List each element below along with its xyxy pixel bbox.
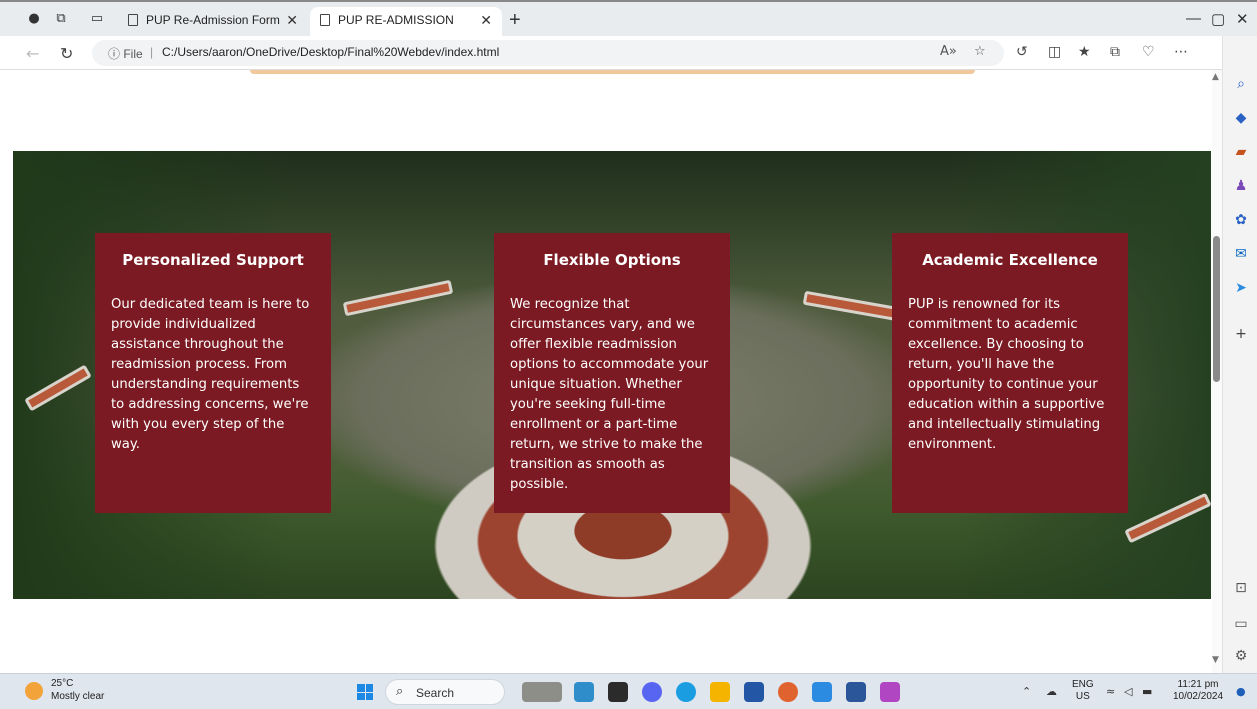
weather-temp: 25°C — [51, 678, 74, 689]
card-title: Flexible Options — [543, 251, 681, 269]
edge-browser-icon[interactable] — [676, 682, 696, 702]
page-viewport: Personalized Support Our dedicated team … — [0, 70, 1212, 673]
microsoft-365-icon[interactable]: ✿ — [1233, 212, 1249, 228]
search-label: Search — [416, 686, 455, 700]
weather-condition: Mostly clear — [51, 691, 105, 702]
settings-gear-icon[interactable]: ⚙ — [1233, 648, 1249, 664]
screenshot-icon[interactable]: ⊡ — [1233, 580, 1249, 596]
search-icon: ⌕ — [396, 684, 404, 699]
card-body: PUP is renowned for its commitment to ac… — [908, 297, 1105, 452]
cloud-icon[interactable]: ☁ — [1046, 685, 1057, 698]
extensions-icon[interactable]: ↺ — [1016, 44, 1028, 60]
windows-taskbar: 25°C Mostly clear ⌕ Search ⌃ ☁ ENG US ≈ … — [0, 673, 1257, 709]
clock-date: 10/02/2024 — [1172, 691, 1224, 702]
card-personalized-support: Personalized Support Our dedicated team … — [95, 233, 331, 513]
page-icon — [320, 14, 330, 26]
card-title: Academic Excellence — [922, 251, 1098, 269]
card-title: Personalized Support — [122, 251, 304, 269]
close-tab-icon[interactable]: ✕ — [286, 7, 298, 34]
favorites-icon[interactable]: ★ — [1078, 44, 1091, 60]
tab-title: PUP Re-Admission Form — [146, 13, 280, 27]
workspaces-icon[interactable]: ⧉ — [53, 11, 69, 27]
add-sidebar-app-icon[interactable]: + — [1233, 326, 1249, 342]
garden-bed — [342, 279, 454, 317]
campus-hero-image: Personalized Support Our dedicated team … — [13, 151, 1211, 599]
shopping-tag-icon[interactable]: ◆ — [1233, 110, 1249, 126]
card-flexible-options: Flexible Options We recognize that circu… — [494, 233, 730, 513]
battery-icon[interactable]: ▬ — [1142, 685, 1152, 698]
vscode-icon[interactable] — [812, 682, 832, 702]
scroll-up-arrow-icon[interactable]: ▲ — [1212, 72, 1219, 82]
address-separator: | — [150, 45, 154, 59]
wifi-icon[interactable]: ≈ — [1106, 685, 1115, 698]
back-icon[interactable]: ← — [26, 44, 39, 63]
word-icon[interactable] — [846, 682, 866, 702]
close-window-button[interactable]: ✕ — [1236, 10, 1249, 28]
tab-title: PUP RE-ADMISSION — [338, 13, 454, 27]
weather-widget[interactable]: 25°C Mostly clear — [51, 677, 104, 703]
profile-icon[interactable]: ● — [26, 11, 42, 27]
language-indicator[interactable]: ENG US — [1072, 679, 1094, 703]
weather-moon-icon[interactable] — [25, 682, 43, 700]
snipping-tool-icon[interactable] — [880, 682, 900, 702]
browser-tab-strip: ● ⧉ ▭ PUP Re-Admission Form ✕ PUP RE-ADM… — [0, 0, 1257, 38]
favorite-star-icon[interactable]: ☆ — [974, 44, 986, 59]
url-text[interactable]: C:/Users/aaron/OneDrive/Desktop/Final%20… — [162, 45, 499, 59]
language-code: ENG — [1072, 679, 1094, 690]
page-icon — [128, 14, 138, 26]
split-screen-icon[interactable]: ◫ — [1048, 44, 1061, 60]
notification-bell-icon[interactable]: ● — [1236, 685, 1246, 698]
system-clock[interactable]: 11:21 pm 10/02/2024 — [1168, 679, 1228, 703]
minimize-button[interactable]: — — [1186, 10, 1201, 27]
start-windows-icon[interactable] — [357, 684, 373, 700]
restore-button[interactable]: ▢ — [1211, 10, 1225, 28]
collections-icon[interactable]: ⧉ — [1110, 44, 1120, 60]
file-explorer-icon[interactable] — [710, 682, 730, 702]
scrollbar-thumb[interactable] — [1213, 236, 1220, 382]
tab-readmission-form[interactable]: PUP Re-Admission Form ✕ — [118, 7, 308, 38]
send-icon[interactable]: ➤ — [1233, 280, 1249, 296]
close-tab-icon[interactable]: ✕ — [480, 7, 492, 34]
tools-briefcase-icon[interactable]: ▰ — [1233, 144, 1249, 160]
volume-icon[interactable]: ◁ — [1124, 685, 1132, 698]
file-explorer-dark-icon[interactable] — [608, 682, 628, 702]
chrome-icon[interactable] — [778, 682, 798, 702]
card-body: Our dedicated team is here to provide in… — [111, 297, 310, 452]
tab-actions-icon[interactable]: ▭ — [89, 11, 105, 27]
browser-toolbar: ← ↻ ⓘ File | C:/Users/aaron/OneDrive/Des… — [0, 36, 1257, 70]
read-aloud-icon[interactable]: A» — [940, 44, 957, 59]
scroll-down-arrow-icon[interactable]: ▼ — [1212, 655, 1219, 665]
new-tab-button[interactable]: + — [509, 9, 521, 32]
site-info-label[interactable]: ⓘ File — [108, 45, 143, 62]
clock-time: 11:21 pm — [1177, 679, 1219, 690]
refresh-icon[interactable]: ↻ — [60, 44, 73, 63]
news-widget-icon[interactable] — [522, 682, 562, 702]
games-icon[interactable]: ♟ — [1233, 178, 1249, 194]
chat-icon[interactable] — [642, 682, 662, 702]
language-region: US — [1075, 691, 1090, 702]
hide-sidebar-icon[interactable]: ▭ — [1233, 616, 1249, 632]
outlook-icon[interactable]: ✉ — [1233, 246, 1249, 262]
store-icon[interactable] — [744, 682, 764, 702]
app-icon[interactable] — [574, 682, 594, 702]
more-options-icon[interactable]: ⋯ — [1174, 44, 1188, 60]
show-hidden-icons-icon[interactable]: ⌃ — [1022, 685, 1031, 698]
tab-readmission-active[interactable]: PUP RE-ADMISSION ✕ — [310, 7, 502, 38]
taskbar-search[interactable]: ⌕ Search — [385, 679, 505, 705]
edge-sidebar: ⌕ ◆ ▰ ♟ ✿ ✉ ➤ + ⊡ ▭ ⚙ — [1222, 36, 1257, 673]
header-bottom-edge — [250, 70, 975, 74]
search-icon[interactable]: ⌕ — [1233, 76, 1249, 92]
copilot-heart-icon[interactable]: ♡ — [1142, 44, 1155, 60]
card-academic-excellence: Academic Excellence PUP is renowned for … — [892, 233, 1128, 513]
address-bar[interactable]: ⓘ File | C:/Users/aaron/OneDrive/Desktop… — [92, 40, 1004, 66]
card-body: We recognize that circumstances vary, an… — [510, 297, 709, 492]
